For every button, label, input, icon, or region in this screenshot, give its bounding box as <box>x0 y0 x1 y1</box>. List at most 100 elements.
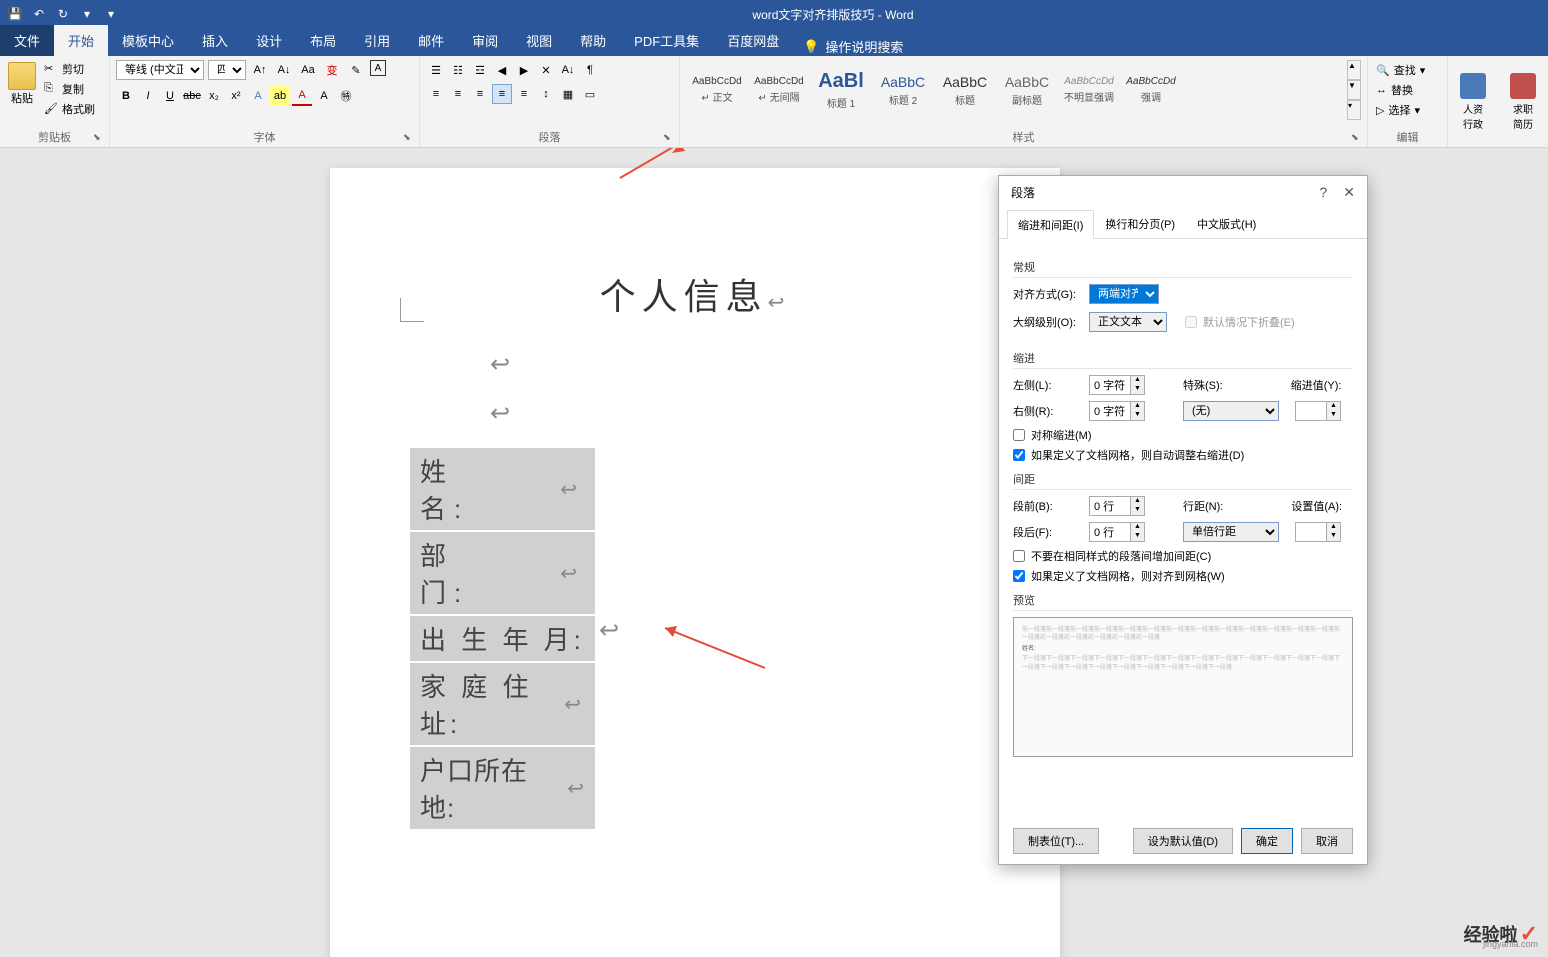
spinner-down-icon[interactable]: ▼ <box>1326 411 1340 420</box>
help-icon[interactable]: ? <box>1319 184 1327 201</box>
enclose-char-icon[interactable]: ㊕ <box>336 86 356 106</box>
increase-indent-icon[interactable]: ▶ <box>514 60 534 80</box>
line-spacing-icon[interactable]: ↕ <box>536 84 556 104</box>
style-expand[interactable]: ▾ <box>1347 100 1361 120</box>
style-emphasis[interactable]: AaBbCcDd 强调 <box>1120 60 1182 120</box>
extra-group-2[interactable]: 求职简历 精选 <box>1498 56 1548 147</box>
help-search[interactable]: 💡 操作说明搜索 <box>793 37 913 56</box>
spinner-down-icon[interactable]: ▼ <box>1130 506 1144 515</box>
multilevel-list-icon[interactable]: ☲ <box>470 60 490 80</box>
before-input[interactable] <box>1090 498 1130 514</box>
indent-value-input[interactable] <box>1296 403 1326 419</box>
tab-review[interactable]: 审阅 <box>458 25 512 56</box>
extra-group-1[interactable]: 人资行政 <box>1448 56 1498 147</box>
mirror-checkbox[interactable] <box>1013 429 1025 441</box>
spinner-up-icon[interactable]: ▲ <box>1130 523 1144 532</box>
special-select[interactable]: (无) <box>1183 401 1279 421</box>
tab-file[interactable]: 文件 <box>0 25 54 56</box>
dialog-tab-wrap[interactable]: 换行和分页(P) <box>1094 209 1186 238</box>
font-color-icon[interactable]: A <box>292 86 312 106</box>
grid-align-checkbox-wrapper[interactable]: 如果定义了文档网格，则对齐到网格(W) <box>1013 568 1353 584</box>
tab-references[interactable]: 引用 <box>350 25 404 56</box>
spinner-up-icon[interactable]: ▲ <box>1130 497 1144 506</box>
show-marks-icon[interactable]: ¶ <box>580 60 600 80</box>
spinner-up-icon[interactable]: ▲ <box>1326 523 1340 532</box>
tab-home[interactable]: 开始 <box>54 25 108 56</box>
after-spinner[interactable]: ▲▼ <box>1089 522 1145 542</box>
spinner-up-icon[interactable]: ▲ <box>1326 402 1340 411</box>
dialog-tab-chinese[interactable]: 中文版式(H) <box>1186 209 1267 238</box>
tab-view[interactable]: 视图 <box>512 25 566 56</box>
font-name-select[interactable]: 等线 (中文正文) <box>116 60 204 80</box>
style-heading2[interactable]: AaBbC 标题 2 <box>872 60 934 120</box>
no-space-checkbox[interactable] <box>1013 550 1025 562</box>
align-left-icon[interactable]: ≡ <box>426 84 446 104</box>
shading-icon[interactable]: ▦ <box>558 84 578 104</box>
outline-select[interactable]: 正文文本 <box>1089 312 1167 332</box>
qat-more-icon[interactable]: ▾ <box>80 7 94 21</box>
distribute-icon[interactable]: ≡ <box>514 84 534 104</box>
tab-layout[interactable]: 布局 <box>296 25 350 56</box>
underline-icon[interactable]: U <box>160 86 180 106</box>
style-title[interactable]: AaBbC 标题 <box>934 60 996 120</box>
character-border-icon[interactable]: A <box>370 60 386 76</box>
tab-baidu[interactable]: 百度网盘 <box>713 25 793 56</box>
align-right-icon[interactable]: ≡ <box>470 84 490 104</box>
asian-layout-icon[interactable]: ✕ <box>536 60 556 80</box>
mirror-indent-checkbox-wrapper[interactable]: 对称缩进(M) <box>1013 427 1353 443</box>
italic-icon[interactable]: I <box>138 86 158 106</box>
style-normal[interactable]: AaBbCcDd ↵ 正文 <box>686 60 748 120</box>
tab-help[interactable]: 帮助 <box>566 25 620 56</box>
strikethrough-icon[interactable]: abc <box>182 86 202 106</box>
tab-insert[interactable]: 插入 <box>188 25 242 56</box>
style-subtle-emphasis[interactable]: AaBbCcDd 不明显强调 <box>1058 60 1120 120</box>
tab-stops-button[interactable]: 制表位(T)... <box>1013 828 1099 854</box>
font-size-select[interactable]: 四号 <box>208 60 246 80</box>
spinner-down-icon[interactable]: ▼ <box>1130 385 1144 394</box>
format-painter-button[interactable]: 🖌格式刷 <box>42 100 97 118</box>
right-indent-input[interactable] <box>1090 403 1130 419</box>
phonetic-icon[interactable]: 变 <box>322 60 342 80</box>
style-subtitle[interactable]: AaBbC 副标题 <box>996 60 1058 120</box>
qat-customize-icon[interactable]: ▾ <box>104 7 118 21</box>
document-page[interactable]: 个人信息↩ ↩ ↩ 姓 名:↩ 部 门:↩ 出 生 年 月:↩ 家 庭 住 址:… <box>330 168 1060 957</box>
clipboard-launcher[interactable]: ⬊ <box>93 132 105 144</box>
borders-icon[interactable]: ▭ <box>580 84 600 104</box>
save-icon[interactable]: 💾 <box>8 7 22 21</box>
copy-button[interactable]: ⎘复制 <box>42 80 97 98</box>
redo-icon[interactable]: ↻ <box>56 7 70 21</box>
spinner-down-icon[interactable]: ▼ <box>1130 411 1144 420</box>
indent-value-spinner[interactable]: ▲▼ <box>1295 401 1341 421</box>
grid-indent-checkbox[interactable] <box>1013 449 1025 461</box>
superscript-icon[interactable]: x² <box>226 86 246 106</box>
line-spacing-select[interactable]: 单倍行距 <box>1183 522 1279 542</box>
highlight-icon[interactable]: ab <box>270 86 290 106</box>
cut-button[interactable]: ✂剪切 <box>42 60 97 78</box>
style-no-spacing[interactable]: AaBbCcDd ↵ 无间隔 <box>748 60 810 120</box>
undo-icon[interactable]: ↶ <box>32 7 46 21</box>
bold-icon[interactable]: B <box>116 86 136 106</box>
close-icon[interactable]: ✕ <box>1343 184 1355 201</box>
align-center-icon[interactable]: ≡ <box>448 84 468 104</box>
tab-template[interactable]: 模板中心 <box>108 25 188 56</box>
spinner-up-icon[interactable]: ▲ <box>1130 376 1144 385</box>
change-case-icon[interactable]: Aa <box>298 60 318 80</box>
ok-button[interactable]: 确定 <box>1241 828 1293 854</box>
character-shading-icon[interactable]: A <box>314 86 334 106</box>
cancel-button[interactable]: 取消 <box>1301 828 1353 854</box>
dialog-tab-indent[interactable]: 缩进和间距(I) <box>1007 210 1094 239</box>
set-default-button[interactable]: 设为默认值(D) <box>1133 828 1233 854</box>
grid-align-checkbox[interactable] <box>1013 570 1025 582</box>
left-indent-input[interactable] <box>1090 377 1130 393</box>
numbering-icon[interactable]: ☷ <box>448 60 468 80</box>
find-button[interactable]: 🔍查找▾ <box>1376 60 1439 80</box>
paragraph-launcher[interactable]: ⬊ <box>663 132 675 144</box>
text-effects-icon[interactable]: A <box>248 86 268 106</box>
alignment-select[interactable]: 两端对齐 <box>1089 284 1159 304</box>
clear-format-icon[interactable]: ✎ <box>346 60 366 80</box>
tab-design[interactable]: 设计 <box>242 25 296 56</box>
left-indent-spinner[interactable]: ▲▼ <box>1089 375 1145 395</box>
spinner-up-icon[interactable]: ▲ <box>1130 402 1144 411</box>
styles-launcher[interactable]: ⬊ <box>1351 132 1363 144</box>
setting-value-spinner[interactable]: ▲▼ <box>1295 522 1341 542</box>
